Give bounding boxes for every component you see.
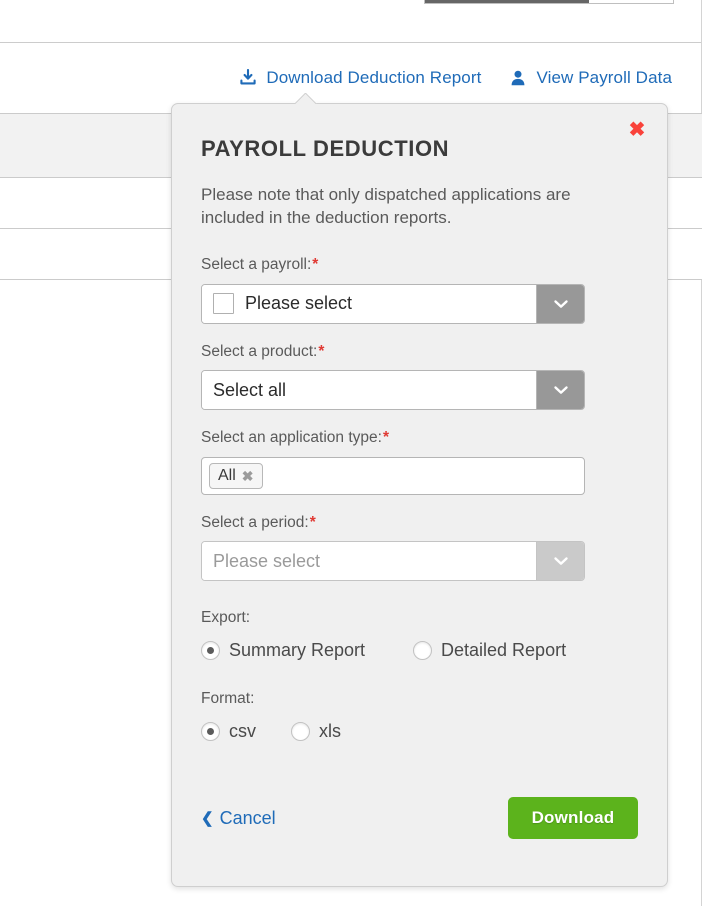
field-period: Select a period:* Please select	[201, 514, 638, 582]
download-icon	[239, 69, 257, 87]
radio-icon-selected[interactable]	[201, 641, 220, 661]
product-select[interactable]: Select all	[201, 370, 585, 411]
export-group: Export: Summary Report Detailed Report	[201, 609, 638, 661]
download-deduction-report-link[interactable]: Download Deduction Report	[239, 68, 481, 88]
field-application-type-label-text: Select an application type:	[201, 429, 382, 447]
field-payroll-label-text: Select a payroll:	[201, 256, 312, 274]
modal-pointer-arrow	[295, 93, 317, 104]
application-type-tokenfield[interactable]: All ✖	[201, 456, 585, 495]
format-group-label: Format:	[201, 690, 255, 708]
cancel-button[interactable]: ❮ Cancel	[201, 808, 276, 829]
format-radio-row: csv xls	[201, 721, 638, 742]
product-select-value-text: Select all	[213, 379, 287, 400]
token-item[interactable]: All ✖	[209, 462, 263, 489]
cancel-button-label: Cancel	[219, 807, 276, 828]
period-select-value[interactable]: Please select	[202, 542, 536, 581]
payroll-deduction-modal: ✖ PAYROLL DEDUCTION Please note that onl…	[171, 103, 668, 887]
period-select[interactable]: Please select	[201, 541, 585, 582]
checkbox-icon[interactable]	[213, 293, 234, 315]
field-application-type-label: Select an application type:*	[201, 429, 638, 448]
user-icon	[509, 69, 527, 87]
view-payroll-data-link[interactable]: View Payroll Data	[509, 68, 672, 88]
format-option-xls[interactable]: xls	[291, 721, 341, 742]
close-icon[interactable]: ✖	[626, 119, 648, 141]
required-marker: *	[312, 256, 319, 274]
toolbar-segment-control[interactable]	[424, 0, 674, 4]
payroll-select-value-text: Please select	[245, 293, 353, 314]
close-small-icon[interactable]: ✖	[242, 469, 254, 483]
download-deduction-report-label: Download Deduction Report	[266, 68, 482, 87]
period-select-value-text: Please select	[213, 550, 321, 571]
format-option-csv-label: csv	[229, 720, 256, 741]
required-marker: *	[318, 342, 325, 360]
payroll-select-value[interactable]: Please select	[202, 284, 536, 323]
field-payroll-label: Select a payroll:*	[201, 256, 638, 275]
required-marker: *	[309, 513, 316, 531]
modal-title: PAYROLL DEDUCTION	[201, 136, 450, 161]
format-option-csv[interactable]: csv	[201, 721, 291, 742]
chevron-down-icon[interactable]	[536, 284, 584, 323]
export-group-label: Export:	[201, 609, 251, 627]
radio-icon[interactable]	[413, 641, 432, 661]
field-product-label-text: Select a product:	[201, 342, 318, 360]
modal-footer: ❮ Cancel Download	[201, 797, 638, 839]
chevron-down-icon[interactable]	[536, 542, 584, 581]
chevron-left-icon: ❮	[201, 809, 214, 827]
format-group: Format: csv xls	[201, 690, 638, 742]
required-marker: *	[382, 429, 389, 447]
view-payroll-data-label: View Payroll Data	[536, 68, 672, 87]
field-application-type: Select an application type:* All ✖	[201, 429, 638, 495]
export-option-detailed-label: Detailed Report	[441, 640, 567, 661]
toolbar-segment-active[interactable]	[425, 0, 589, 3]
radio-icon-selected[interactable]	[201, 721, 220, 741]
field-product: Select a product:* Select all	[201, 343, 638, 411]
radio-icon[interactable]	[291, 721, 310, 741]
format-option-xls-label: xls	[319, 720, 341, 741]
field-payroll: Select a payroll:* Please select	[201, 256, 638, 324]
header-divider	[0, 42, 702, 43]
export-option-detailed[interactable]: Detailed Report	[413, 640, 566, 661]
field-period-label-text: Select a period:	[201, 513, 309, 531]
product-select-value[interactable]: Select all	[202, 371, 536, 410]
download-button[interactable]: Download	[508, 797, 638, 839]
token-label: All	[218, 466, 236, 484]
modal-body: PAYROLL DEDUCTION Please note that only …	[172, 104, 667, 742]
modal-note: Please note that only dispatched applica…	[201, 185, 571, 227]
export-radio-row: Summary Report Detailed Report	[201, 640, 638, 661]
field-period-label: Select a period:*	[201, 514, 638, 533]
action-links: Download Deduction Report View Payroll D…	[239, 68, 672, 88]
payroll-select[interactable]: Please select	[201, 283, 585, 324]
export-option-summary[interactable]: Summary Report	[201, 640, 413, 661]
export-option-summary-label: Summary Report	[229, 640, 366, 661]
field-product-label: Select a product:*	[201, 343, 638, 362]
chevron-down-icon[interactable]	[536, 371, 584, 410]
